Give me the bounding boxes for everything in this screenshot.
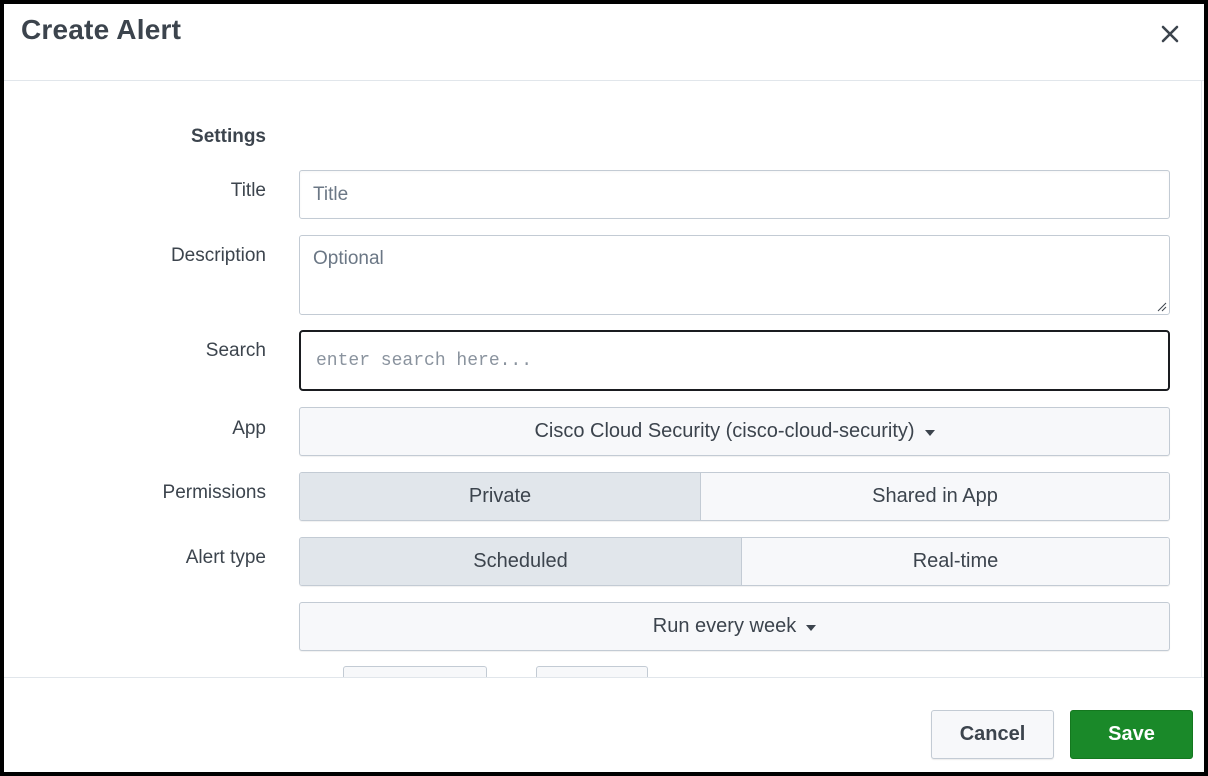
permissions-shared-in-app-button[interactable]: Shared in App <box>700 473 1169 520</box>
permissions-label: Permissions <box>162 482 266 503</box>
description-label: Description <box>170 245 266 266</box>
save-button[interactable]: Save <box>1070 710 1193 759</box>
description-field-wrapper <box>299 235 1170 315</box>
schedule-time-select[interactable] <box>536 666 648 677</box>
alert-type-scheduled-button[interactable]: Scheduled <box>300 538 741 585</box>
close-icon <box>1161 25 1179 43</box>
search-input[interactable] <box>299 330 1170 391</box>
app-label: App <box>232 418 266 439</box>
dialog-header: Create Alert <box>4 4 1204 81</box>
create-alert-dialog: Create Alert Settings Title Description … <box>4 4 1204 772</box>
app-dropdown[interactable]: Cisco Cloud Security (cisco-cloud-securi… <box>299 407 1170 456</box>
caret-down-icon <box>806 624 817 631</box>
close-button[interactable] <box>1156 20 1184 48</box>
alert-type-toggle: Scheduled Real-time <box>299 537 1170 586</box>
dialog-title: Create Alert <box>21 14 182 45</box>
permissions-private-button[interactable]: Private <box>300 473 700 520</box>
search-label: Search <box>205 340 266 361</box>
schedule-dropdown[interactable]: Run every week <box>299 602 1170 651</box>
dialog-footer: Cancel Save <box>4 677 1204 772</box>
schedule-dropdown-value: Run every week <box>652 615 797 637</box>
title-input[interactable] <box>299 170 1170 219</box>
title-label: Title <box>230 180 266 201</box>
schedule-day-select[interactable] <box>343 666 487 677</box>
alert-type-realtime-button[interactable]: Real-time <box>741 538 1169 585</box>
app-dropdown-value: Cisco Cloud Security (cisco-cloud-securi… <box>534 420 915 442</box>
cancel-button[interactable]: Cancel <box>931 710 1054 759</box>
description-textarea[interactable] <box>300 236 1169 314</box>
settings-heading: Settings <box>191 126 266 147</box>
dialog-body[interactable]: Settings Title Description Search App Ci… <box>4 81 1202 677</box>
permissions-toggle: Private Shared in App <box>299 472 1170 521</box>
resize-grip-icon[interactable] <box>1157 302 1167 312</box>
alert-type-label: Alert type <box>185 547 266 568</box>
caret-down-icon <box>924 429 935 436</box>
